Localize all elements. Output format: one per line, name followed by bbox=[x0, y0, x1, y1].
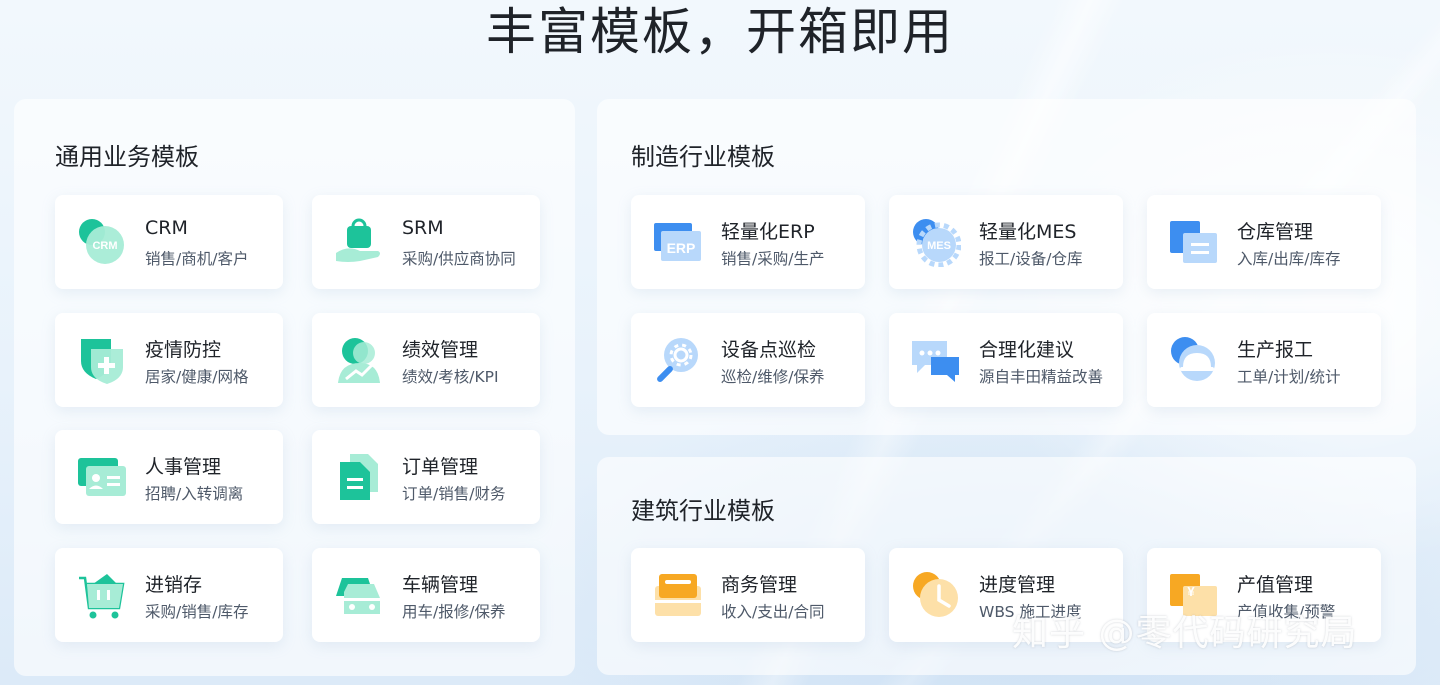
yuan-badge: ¥ bbox=[1187, 584, 1195, 599]
shopping-bag-hand-icon bbox=[334, 217, 384, 267]
template-card-epidemic[interactable]: 疫情防控 居家/健康/网格 bbox=[55, 313, 283, 407]
medical-shield-icon bbox=[77, 335, 127, 385]
template-card-srm[interactable]: SRM 采购/供应商协同 bbox=[312, 195, 540, 289]
card-title: 订单管理 bbox=[402, 456, 479, 478]
panel-title: 通用业务模板 bbox=[55, 143, 199, 171]
card-subtitle: 销售/采购/生产 bbox=[721, 250, 825, 268]
page-title: 丰富模板，开箱即用 bbox=[486, 3, 954, 61]
card-title: 设备点巡检 bbox=[721, 339, 817, 361]
template-card-suggestion[interactable]: 合理化建议 源自丰田精益改善 bbox=[889, 313, 1123, 407]
template-card-order[interactable]: 订单管理 订单/销售/财务 bbox=[312, 430, 540, 524]
card-title: 轻量化MES bbox=[979, 221, 1077, 243]
template-card-erp[interactable]: ERP 轻量化ERP 销售/采购/生产 bbox=[631, 195, 865, 289]
clock-icon bbox=[911, 570, 961, 620]
card-title: 商务管理 bbox=[721, 574, 798, 596]
watermark: 知乎 @零代码研究局 bbox=[1012, 613, 1358, 654]
template-card-mes[interactable]: MES 轻量化MES 报工/设备/仓库 bbox=[889, 195, 1123, 289]
template-card-crm[interactable]: CRM CRM 销售/商机/客户 bbox=[55, 195, 283, 289]
id-card-icon bbox=[77, 452, 127, 502]
hard-hat-icon bbox=[1169, 335, 1219, 385]
card-title: 仓库管理 bbox=[1237, 221, 1314, 243]
erp-badge: ERP bbox=[667, 240, 696, 256]
magnifier-gear-icon bbox=[653, 335, 703, 385]
card-subtitle: 工单/计划/统计 bbox=[1237, 368, 1341, 386]
warehouse-icon bbox=[1169, 217, 1219, 267]
card-subtitle: 巡检/维修/保养 bbox=[721, 368, 825, 386]
card-subtitle: 采购/供应商协同 bbox=[402, 250, 516, 268]
card-subtitle: 绩效/考核/KPI bbox=[402, 368, 499, 386]
erp-icon: ERP bbox=[653, 217, 703, 267]
card-title: 疫情防控 bbox=[145, 339, 222, 361]
card-subtitle: 居家/健康/网格 bbox=[145, 368, 249, 386]
card-title: SRM bbox=[402, 217, 444, 239]
car-icon bbox=[334, 570, 384, 620]
general-templates-panel: 通用业务模板 CRM CRM 销售/商机/客户 SRM 采购/供应商协同 疫情防… bbox=[14, 99, 575, 676]
template-card-production-report[interactable]: 生产报工 工单/计划/统计 bbox=[1147, 313, 1381, 407]
template-card-vehicle[interactable]: 车辆管理 用车/报修/保养 bbox=[312, 548, 540, 642]
card-subtitle: 入库/出库/库存 bbox=[1237, 250, 1341, 268]
chat-bubbles-icon bbox=[911, 335, 961, 385]
template-card-equipment-inspection[interactable]: 设备点巡检 巡检/维修/保养 bbox=[631, 313, 865, 407]
template-card-warehouse[interactable]: 仓库管理 入库/出库/库存 bbox=[1147, 195, 1381, 289]
crm-badge: CRM bbox=[92, 240, 117, 252]
card-title: 绩效管理 bbox=[402, 339, 479, 361]
panel-title: 建筑行业模板 bbox=[631, 497, 775, 525]
briefcase-icon bbox=[653, 570, 703, 620]
card-title: 轻量化ERP bbox=[721, 221, 815, 243]
crm-icon: CRM bbox=[77, 217, 127, 267]
card-title: CRM bbox=[145, 217, 188, 239]
card-subtitle: 源自丰田精益改善 bbox=[979, 368, 1104, 386]
user-growth-icon bbox=[334, 335, 384, 385]
template-card-hr[interactable]: 人事管理 招聘/入转调离 bbox=[55, 430, 283, 524]
shopping-cart-icon bbox=[77, 570, 127, 620]
template-card-inventory[interactable]: 进销存 采购/销售/库存 bbox=[55, 548, 283, 642]
card-subtitle: 报工/设备/仓库 bbox=[979, 250, 1083, 268]
card-title: 生产报工 bbox=[1237, 339, 1314, 361]
card-title: 车辆管理 bbox=[402, 574, 479, 596]
card-title: 产值管理 bbox=[1237, 574, 1314, 596]
card-subtitle: 采购/销售/库存 bbox=[145, 603, 249, 621]
card-subtitle: 订单/销售/财务 bbox=[402, 485, 506, 503]
card-subtitle: 销售/商机/客户 bbox=[145, 250, 249, 268]
card-title: 进销存 bbox=[145, 574, 203, 596]
manufacturing-templates-panel: 制造行业模板 ERP 轻量化ERP 销售/采购/生产 MES 轻量化MES 报工… bbox=[597, 99, 1416, 435]
card-subtitle: 用车/报修/保养 bbox=[402, 603, 506, 621]
card-subtitle: 招聘/入转调离 bbox=[145, 485, 244, 503]
card-title: 进度管理 bbox=[979, 574, 1056, 596]
template-card-business[interactable]: 商务管理 收入/支出/合同 bbox=[631, 548, 865, 642]
mes-gear-icon: MES bbox=[911, 217, 962, 268]
card-title: 合理化建议 bbox=[979, 339, 1075, 361]
card-title: 人事管理 bbox=[145, 456, 222, 478]
panel-title: 制造行业模板 bbox=[631, 143, 775, 171]
document-icon bbox=[334, 452, 384, 502]
template-card-performance[interactable]: 绩效管理 绩效/考核/KPI bbox=[312, 313, 540, 407]
mes-badge: MES bbox=[927, 240, 951, 252]
card-subtitle: 收入/支出/合同 bbox=[721, 603, 825, 621]
